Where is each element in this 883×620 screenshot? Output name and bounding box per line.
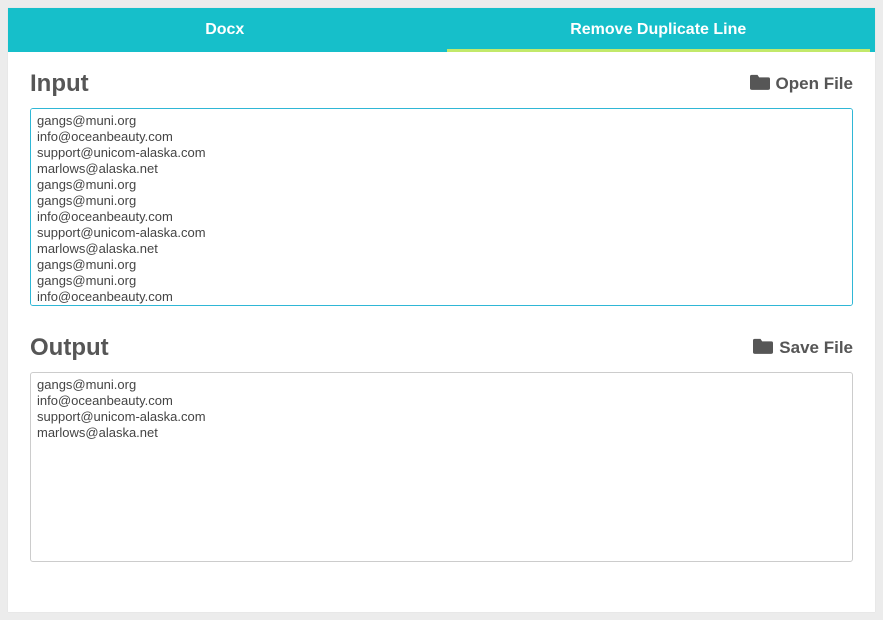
output-textarea[interactable]	[30, 372, 853, 562]
tab-docx-label: Docx	[205, 21, 244, 39]
tab-remove-duplicate-line-label: Remove Duplicate Line	[570, 21, 746, 39]
app-card: Docx Remove Duplicate Line Input Open Fi…	[8, 8, 875, 612]
tab-docx[interactable]: Docx	[8, 8, 442, 52]
folder-icon	[753, 337, 773, 359]
tab-bar: Docx Remove Duplicate Line	[8, 8, 875, 52]
save-file-label: Save File	[779, 338, 853, 358]
output-header: Output Save File	[30, 334, 853, 362]
save-file-button[interactable]: Save File	[753, 337, 853, 359]
tab-remove-duplicate-line[interactable]: Remove Duplicate Line	[442, 8, 876, 52]
folder-icon	[750, 73, 770, 95]
input-title: Input	[30, 70, 89, 98]
open-file-label: Open File	[776, 74, 853, 94]
output-title: Output	[30, 334, 109, 362]
section-gap	[30, 306, 853, 334]
open-file-button[interactable]: Open File	[750, 73, 853, 95]
input-header: Input Open File	[30, 70, 853, 98]
input-textarea[interactable]	[30, 108, 853, 306]
content-area: Input Open File Output Save File	[8, 52, 875, 612]
